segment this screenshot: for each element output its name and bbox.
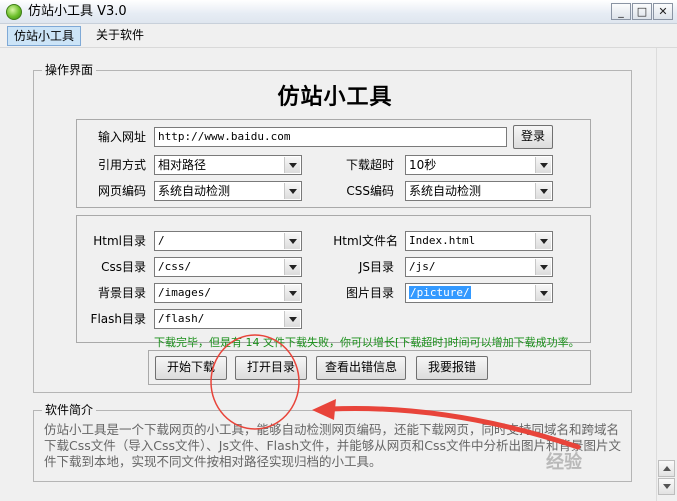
start-download-button[interactable]: 开始下载 bbox=[155, 356, 227, 380]
close-button[interactable]: ✕ bbox=[653, 3, 673, 20]
flash-dir-label: Flash目录 bbox=[90, 312, 146, 326]
open-directory-button[interactable]: 打开目录 bbox=[235, 356, 307, 380]
css-encoding-select[interactable]: 系统自动检测 bbox=[405, 181, 553, 201]
css-dir-label: Css目录 bbox=[101, 260, 146, 274]
url-label: 输入网址 bbox=[97, 130, 146, 144]
chevron-down-icon[interactable] bbox=[284, 311, 300, 327]
html-file-value: Index.html bbox=[409, 234, 476, 247]
page-encoding-select[interactable]: 系统自动检测 bbox=[154, 181, 302, 201]
chevron-down-icon[interactable] bbox=[535, 259, 551, 275]
url-input[interactable]: http://www.baidu.com bbox=[154, 127, 507, 147]
window-scrollbar[interactable] bbox=[656, 48, 677, 501]
js-dir-select[interactable]: /js/ bbox=[405, 257, 553, 277]
page-encoding-value: 系统自动检测 bbox=[158, 184, 231, 198]
watermark: 经验 bbox=[546, 452, 582, 473]
bg-dir-label: 背景目录 bbox=[97, 286, 146, 300]
scroll-up-icon[interactable] bbox=[658, 460, 675, 477]
pic-dir-label: 图片目录 bbox=[345, 286, 394, 300]
html-file-select[interactable]: Index.html bbox=[405, 231, 553, 251]
scroll-down-icon[interactable] bbox=[658, 478, 675, 495]
chevron-down-icon[interactable] bbox=[284, 259, 300, 275]
chevron-down-icon[interactable] bbox=[535, 183, 551, 199]
html-file-label: Html文件名 bbox=[333, 234, 398, 248]
chevron-down-icon[interactable] bbox=[284, 285, 300, 301]
bg-dir-select[interactable]: /images/ bbox=[154, 283, 302, 303]
ref-label: 引用方式 bbox=[97, 158, 146, 172]
css-dir-value: /css/ bbox=[158, 260, 192, 273]
timeout-label: 下载超时 bbox=[345, 158, 394, 172]
html-dir-select[interactable]: / bbox=[154, 231, 302, 251]
css-encoding-value: 系统自动检测 bbox=[409, 184, 482, 198]
timeout-select[interactable]: 10秒 bbox=[405, 155, 553, 175]
intro-text: 仿站小工具是一个下载网页的小工具，能够自动检测网页编码，还能下载网页，同时支持同… bbox=[44, 422, 621, 469]
ref-value: 相对路径 bbox=[158, 158, 207, 172]
js-dir-label: JS目录 bbox=[358, 260, 394, 274]
html-dir-label: Html目录 bbox=[93, 234, 146, 248]
css-encoding-label: CSS编码 bbox=[346, 184, 394, 198]
flash-dir-select[interactable]: /flash/ bbox=[154, 309, 302, 329]
window-title: 仿站小工具 V3.0 bbox=[28, 4, 127, 19]
menu-item-main[interactable]: 仿站小工具 bbox=[7, 26, 82, 46]
chevron-down-icon[interactable] bbox=[284, 183, 300, 199]
chevron-down-icon[interactable] bbox=[535, 157, 551, 173]
app-icon bbox=[6, 4, 22, 20]
maximize-button[interactable]: □ bbox=[632, 3, 652, 20]
report-error-button[interactable]: 我要报错 bbox=[416, 356, 488, 380]
html-dir-value: / bbox=[158, 234, 165, 247]
intro-legend: 软件简介 bbox=[42, 403, 97, 417]
timeout-value: 10秒 bbox=[409, 158, 437, 172]
menu-item-about[interactable]: 关于软件 bbox=[90, 26, 150, 46]
status-message: 下载完毕，但是有 14 文件下载失败，你可以增长[下载超时]时间可以增加下载成功… bbox=[154, 336, 580, 349]
chevron-down-icon[interactable] bbox=[535, 233, 551, 249]
page-encoding-label: 网页编码 bbox=[97, 184, 146, 198]
chevron-down-icon[interactable] bbox=[284, 233, 300, 249]
login-button[interactable]: 登录 bbox=[513, 125, 553, 149]
pic-dir-select[interactable]: /picture/ bbox=[405, 283, 553, 303]
view-errors-button[interactable]: 查看出错信息 bbox=[316, 356, 406, 380]
chevron-down-icon[interactable] bbox=[284, 157, 300, 173]
page-title: 仿站小工具 bbox=[277, 85, 393, 110]
operation-legend: 操作界面 bbox=[42, 63, 97, 77]
css-dir-select[interactable]: /css/ bbox=[154, 257, 302, 277]
ref-select[interactable]: 相对路径 bbox=[154, 155, 302, 175]
chevron-down-icon[interactable] bbox=[535, 285, 551, 301]
flash-dir-value: /flash/ bbox=[158, 312, 205, 325]
minimize-button[interactable]: _ bbox=[611, 3, 631, 20]
pic-dir-value: /picture/ bbox=[409, 286, 471, 299]
js-dir-value: /js/ bbox=[409, 260, 436, 273]
bg-dir-value: /images/ bbox=[158, 286, 211, 299]
